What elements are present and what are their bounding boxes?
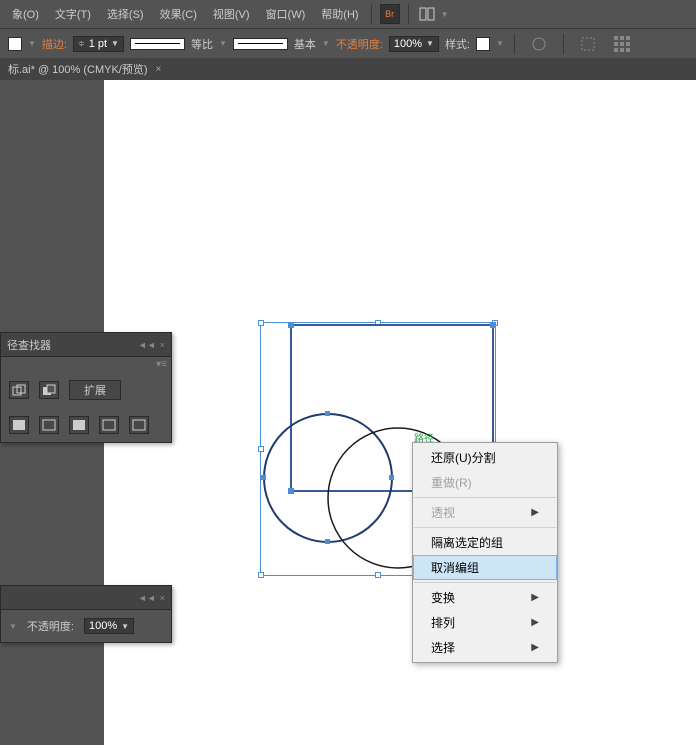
tab-bar: 标.ai* @ 100% (CMYK/预览) × [0,58,696,80]
opacity-input[interactable]: 100% ▼ [389,36,439,52]
ctx-ungroup[interactable]: 取消编组 [413,555,557,580]
panel-menu-icon[interactable]: ▾≡ [156,359,167,370]
opacity-label: 不透明度: [336,36,383,52]
style-swatch[interactable] [476,37,490,51]
menubar: 象(O) 文字(T) 选择(S) 效果(C) 视图(V) 窗口(W) 帮助(H)… [0,0,696,28]
caret-down-icon[interactable]: ▼ [121,622,129,631]
crop-icon[interactable] [99,416,119,434]
separator [414,582,556,583]
ctx-transform[interactable]: 变换▶ [413,585,557,610]
ctx-arrange[interactable]: 排列▶ [413,610,557,635]
panel-header[interactable]: 径查找器 ◄◄ × [1,333,171,357]
panel-title: 径查找器 [7,337,51,353]
panel-header[interactable]: ◄◄ × [1,586,171,610]
caret-down-icon[interactable]: ▼ [219,39,227,48]
caret-down-icon[interactable]: ▼ [441,10,449,19]
expand-button[interactable]: 扩展 [69,380,121,400]
profile-preview[interactable] [130,38,185,50]
close-icon[interactable]: × [160,340,165,350]
recolor-icon[interactable] [529,34,549,54]
divider [371,4,372,24]
fill-swatch[interactable] [8,37,22,51]
anchor-point[interactable] [288,322,294,328]
close-icon[interactable]: × [160,593,165,603]
align-icon[interactable] [578,34,598,54]
caret-down-icon[interactable]: ▼ [9,622,17,631]
stroke-width-input[interactable]: ≑ 1 pt ▼ [73,36,124,52]
menu-select[interactable]: 选择(S) [99,6,152,22]
caret-down-icon[interactable]: ▼ [426,39,434,48]
divide-icon[interactable] [9,416,29,434]
menu-effect[interactable]: 效果(C) [152,6,205,22]
document-tab[interactable]: 标.ai* @ 100% (CMYK/预览) [8,61,148,77]
menu-view[interactable]: 视图(V) [205,6,258,22]
ctx-isolate[interactable]: 隔离选定的组 [413,530,557,555]
panel-body: ▼ 不透明度: 100% ▼ [1,610,171,642]
profile-label: 等比 [191,36,213,52]
minus-front-icon[interactable] [39,381,59,399]
caret-down-icon[interactable]: ▼ [322,39,330,48]
divider [514,34,515,54]
appearance-panel[interactable]: ◄◄ × ▼ 不透明度: 100% ▼ [0,585,172,643]
caret-down-icon[interactable]: ▼ [496,39,504,48]
collapse-icon[interactable]: ◄◄ [138,593,156,603]
optionsbar: ▼ 描边: ≑ 1 pt ▼ 等比 ▼ 基本 ▼ 不透明度: 100% ▼ 样式… [0,28,696,58]
opacity-input[interactable]: 100% ▼ [84,618,134,634]
pathfinder-panel[interactable]: 径查找器 ◄◄ × ▾≡ 扩展 [0,332,172,443]
context-menu: 还原(U)分割 重做(R) 透视▶ 隔离选定的组 取消编组 变换▶ 排列▶ 选择… [412,442,558,663]
brush-preview[interactable] [233,38,288,50]
submenu-arrow-icon: ▶ [531,592,539,603]
opacity-label: 不透明度: [27,618,74,634]
close-tab-icon[interactable]: × [156,64,162,75]
stroke-width-value: 1 pt [89,38,107,50]
ctx-undo[interactable]: 还原(U)分割 [413,445,557,470]
arrange-docs-icon[interactable] [417,4,437,24]
divider [563,34,564,54]
menu-window[interactable]: 窗口(W) [258,6,314,22]
caret-down-icon[interactable]: ▼ [111,39,119,48]
opacity-value: 100% [394,38,422,50]
submenu-arrow-icon: ▶ [531,617,539,628]
separator [414,527,556,528]
pathfinder-row [1,408,171,442]
opacity-value: 100% [89,620,117,632]
unite-icon[interactable] [9,381,29,399]
collapse-icon[interactable]: ◄◄ [138,340,156,350]
separator [414,497,556,498]
brush-label: 基本 [294,36,316,52]
ctx-perspective: 透视▶ [413,500,557,525]
shape-modes-row: 扩展 [1,372,171,408]
style-label: 样式: [445,36,470,52]
menu-object[interactable]: 象(O) [4,6,47,22]
submenu-arrow-icon: ▶ [531,642,539,653]
submenu-arrow-icon: ▶ [531,507,539,518]
outline-icon[interactable] [129,416,149,434]
ctx-redo: 重做(R) [413,470,557,495]
trim-icon[interactable] [39,416,59,434]
bridge-icon[interactable]: Br [380,4,400,24]
grid-icon[interactable] [612,34,632,54]
menu-help[interactable]: 帮助(H) [313,6,366,22]
merge-icon[interactable] [69,416,89,434]
stroke-label: 描边: [42,36,67,52]
ctx-select[interactable]: 选择▶ [413,635,557,660]
caret-down-icon[interactable]: ▼ [28,39,36,48]
divider [408,4,409,24]
handle-nw[interactable] [258,320,264,326]
menu-type[interactable]: 文字(T) [47,6,99,22]
anchor-point[interactable] [490,322,496,328]
